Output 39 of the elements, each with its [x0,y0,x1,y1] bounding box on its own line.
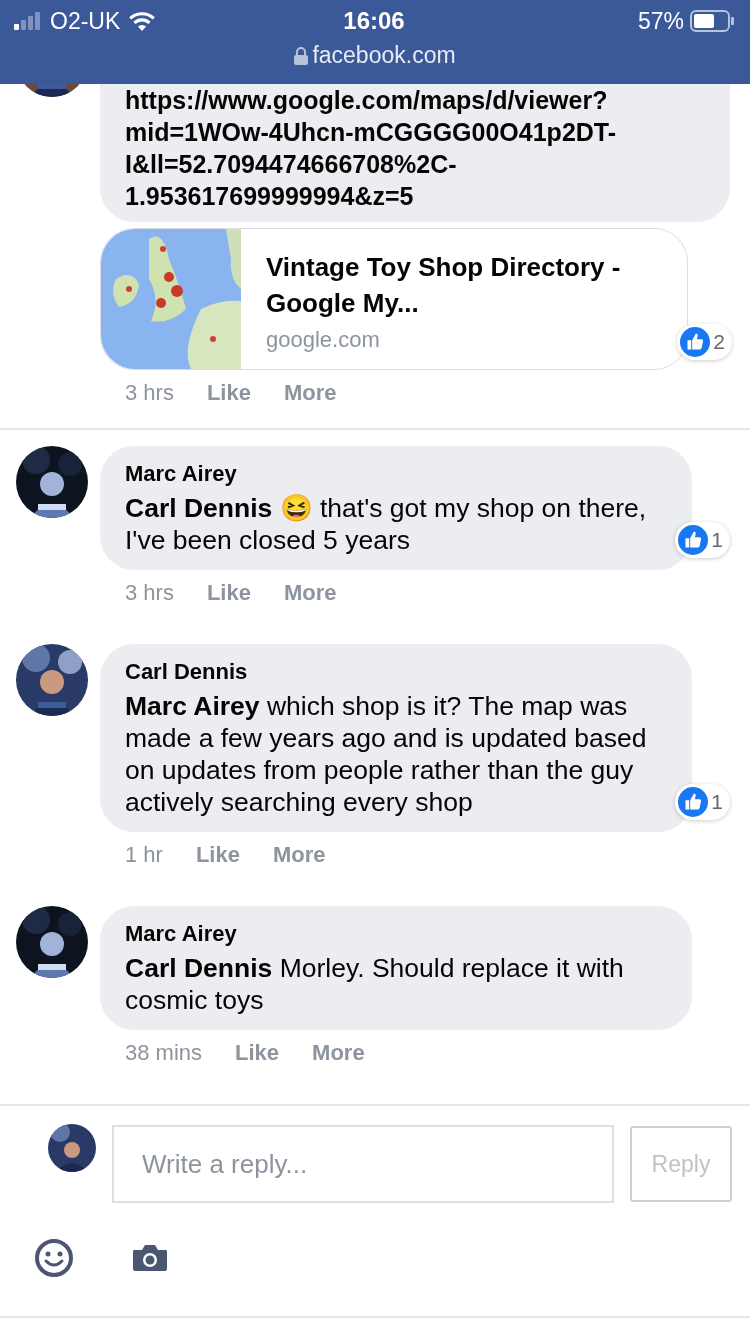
like-count-badge[interactable]: 1 [675,522,730,558]
comment-text: Carl Dennis Morley. Should replace it with cosmic toys [125,952,625,1016]
camera-icon[interactable] [132,1244,168,1272]
carrier-name: O2-UK [50,7,121,35]
comment-time: 3 hrs [125,580,174,606]
reply-input-field[interactable]: Write a reply... [112,1125,614,1203]
thumbs-up-icon [678,525,709,555]
lock-icon [294,46,309,65]
battery-percent: 57% [637,7,684,35]
page-url[interactable]: facebook.com [312,42,456,69]
comment-action-link[interactable]: Like [195,842,240,868]
signal-icon [14,12,42,30]
comment-action-link[interactable]: More [272,842,326,868]
comment-action-link[interactable]: Like [206,380,251,406]
comment-time: 3 hrs [125,380,174,406]
comment-time: 1 hr [125,842,163,868]
comment-action-link[interactable]: More [283,380,337,406]
thumbs-up-icon [680,327,711,357]
comment-time: 38 mins [125,1040,203,1066]
like-count-badge[interactable]: 2 [677,324,732,360]
smiley-icon[interactable] [34,1238,74,1278]
comment-text: Carl Dennis 😆 that's got my shop on there, I've been closed 5 years [125,492,648,556]
battery-icon [690,10,734,32]
comment-action-link[interactable]: More [283,580,337,606]
comment-text: Marc Airey which shop is it? The map was made a few years ago and is updated based on updates from people rather than the guy actively searching every shop [125,690,648,818]
comment-action-link[interactable]: Like [206,580,251,606]
like-count-badge[interactable]: 1 [675,784,730,820]
preview-domain: google.com [266,327,381,353]
wifi-icon [128,11,157,31]
comment-author[interactable]: Marc Airey [125,920,668,948]
comment-author[interactable]: Marc Airey [125,460,668,488]
comment-action-link[interactable]: Like [235,1040,280,1066]
comment-action-link[interactable]: More [312,1040,365,1066]
thumbs-up-icon [678,787,709,817]
comment-author[interactable]: Carl Dennis [125,658,668,686]
clock-time: 16:06 [343,7,405,35]
comment-link[interactable]: https://www.google.com/maps/d/viewer? mid=1WOw-4Uhcn-mCGGGG00O41p2DT- I&ll=52.7094474666708%2C- 1.953617699999994&z=5 [125,84,706,212]
preview-title[interactable]: Vintage Toy Shop Directory - Google My... [266,249,666,321]
link-preview-card[interactable]: Vintage Toy Shop Directory - Google My... google.com [100,228,688,370]
